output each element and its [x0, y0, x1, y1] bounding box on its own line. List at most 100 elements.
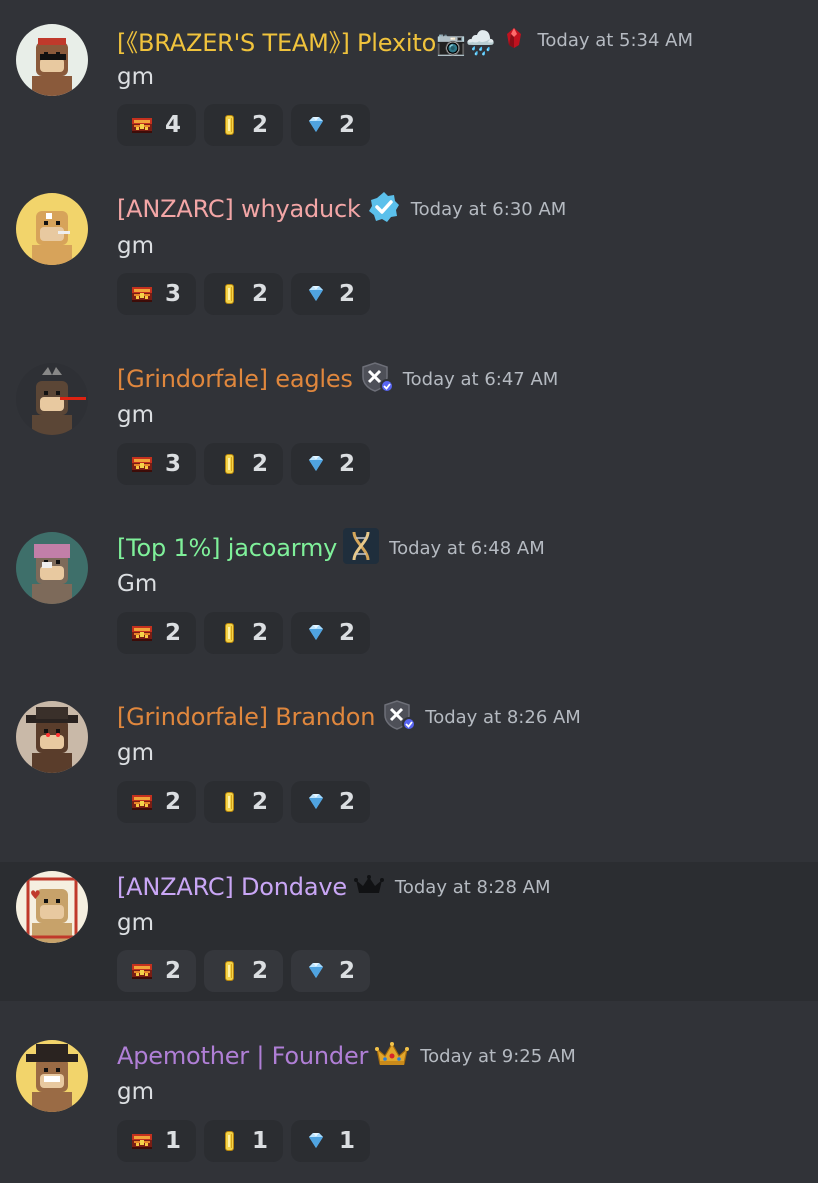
reaction-button[interactable]: 1	[204, 1120, 283, 1162]
reaction-button[interactable]: 2	[204, 273, 283, 315]
message-item[interactable]: [Grindorfale] eagles Today at 6:47 AM gm…	[0, 338, 818, 507]
diamond-icon	[303, 281, 329, 307]
reaction-button[interactable]: 2	[291, 612, 370, 654]
dna-icon[interactable]	[343, 528, 380, 568]
treasure-chest-icon	[129, 1128, 155, 1154]
reaction-button[interactable]: 2	[291, 443, 370, 485]
treasure-chest-icon	[129, 620, 155, 646]
reaction-button[interactable]: 1	[117, 1120, 196, 1162]
message-text: gm	[117, 233, 155, 259]
message-text: gm	[117, 402, 155, 428]
username[interactable]: [《BRAZER'S TEAM》] Plexito📷🌧️	[117, 23, 496, 58]
reaction-count: 1	[339, 1128, 356, 1154]
username[interactable]: [Grindorfale] eagles	[117, 365, 353, 393]
reaction-button[interactable]: 2	[291, 950, 370, 992]
reactions-bar: 2 2 2	[117, 950, 370, 992]
reaction-count: 1	[252, 1128, 269, 1154]
message-header: [ANZARC] Dondave Today at 8:28 AM	[117, 870, 551, 904]
crown-gold-icon[interactable]	[374, 1039, 410, 1073]
reaction-button[interactable]: 1	[291, 1120, 370, 1162]
message-text: Gm	[117, 571, 158, 597]
avatar[interactable]	[16, 701, 88, 773]
gold-coin-icon	[216, 451, 242, 477]
reaction-count: 2	[165, 958, 182, 984]
reactions-bar: 2 2 2	[117, 612, 370, 654]
avatar[interactable]	[16, 24, 88, 96]
avatar[interactable]	[16, 1040, 88, 1112]
reaction-button[interactable]: 2	[204, 612, 283, 654]
reaction-count: 2	[165, 620, 182, 646]
verified-check-icon[interactable]	[367, 190, 401, 228]
treasure-chest-icon	[129, 958, 155, 984]
diamond-icon	[303, 958, 329, 984]
reaction-button[interactable]: 2	[204, 950, 283, 992]
timestamp: Today at 8:26 AM	[425, 706, 581, 728]
reaction-count: 2	[339, 958, 356, 984]
message-text: gm	[117, 64, 155, 90]
reaction-button[interactable]: 2	[117, 950, 196, 992]
username[interactable]: [Top 1%] jacoarmy	[117, 534, 337, 562]
reaction-button[interactable]: 2	[117, 612, 196, 654]
reactions-bar: 3 2 2	[117, 273, 370, 315]
diamond-icon	[303, 451, 329, 477]
gold-coin-icon	[216, 281, 242, 307]
message-header: [Top 1%] jacoarmy Today at 6:48 AM	[117, 528, 545, 568]
timestamp: Today at 6:30 AM	[410, 198, 567, 220]
reaction-button[interactable]: 2	[204, 781, 283, 823]
gold-coin-icon	[216, 620, 242, 646]
reaction-count: 3	[165, 451, 182, 477]
reaction-button[interactable]: 2	[291, 781, 370, 823]
username[interactable]: [Grindorfale] Brandon	[117, 703, 375, 731]
treasure-chest-icon	[129, 112, 155, 138]
reaction-button[interactable]: 3	[117, 273, 196, 315]
treasure-chest-icon	[129, 789, 155, 815]
message-header: [《BRAZER'S TEAM》] Plexito📷🌧️ Today at 5:…	[117, 23, 693, 57]
crown-black-icon[interactable]	[353, 872, 385, 902]
ruby-gem-icon[interactable]	[501, 25, 527, 55]
reaction-count: 2	[339, 620, 356, 646]
reaction-button[interactable]: 2	[291, 273, 370, 315]
gold-coin-icon	[216, 112, 242, 138]
username[interactable]: Apemother | Founder	[117, 1042, 368, 1070]
timestamp: Today at 8:28 AM	[394, 876, 551, 898]
svg-text:♥: ♥	[30, 888, 41, 902]
reaction-button[interactable]: 2	[117, 781, 196, 823]
username[interactable]: [ANZARC] Dondave	[117, 873, 347, 901]
message-item[interactable]: Apemother | Founder Today at 9:25 AM gm …	[0, 1014, 818, 1183]
avatar[interactable]	[16, 193, 88, 265]
reaction-button[interactable]: 4	[117, 104, 196, 146]
message-item[interactable]: [ANZARC] whyaduck Today at 6:30 AM gm 3 …	[0, 169, 818, 338]
shield-tools-icon[interactable]	[381, 699, 417, 735]
reaction-count: 2	[252, 112, 269, 138]
gold-coin-icon	[216, 789, 242, 815]
message-item[interactable]: [Top 1%] jacoarmy Today at 6:48 AM Gm 2 …	[0, 507, 818, 676]
shield-tools-icon[interactable]	[359, 361, 394, 397]
reaction-button[interactable]: 2	[204, 104, 283, 146]
message-item[interactable]: ♥ [ANZARC] Dondave Today at 8:28 AM gm 2…	[0, 862, 818, 1001]
reaction-count: 2	[252, 451, 269, 477]
reaction-count: 2	[252, 958, 269, 984]
reactions-bar: 4 2 2	[117, 104, 370, 146]
reaction-count: 2	[252, 789, 269, 815]
reaction-button[interactable]: 3	[117, 443, 196, 485]
avatar[interactable]	[16, 363, 88, 435]
reaction-button[interactable]: 2	[204, 443, 283, 485]
reaction-button[interactable]: 2	[291, 104, 370, 146]
reaction-count: 2	[339, 451, 356, 477]
message-header: [Grindorfale] Brandon Today at 8:26 AM	[117, 700, 581, 734]
treasure-chest-icon	[129, 451, 155, 477]
message-header: Apemother | Founder Today at 9:25 AM	[117, 1039, 576, 1073]
username[interactable]: [ANZARC] whyaduck	[117, 195, 361, 223]
gold-coin-icon	[216, 958, 242, 984]
avatar[interactable]: ♥	[16, 871, 88, 943]
avatar[interactable]	[16, 532, 88, 604]
reaction-count: 2	[165, 789, 182, 815]
timestamp: Today at 6:47 AM	[402, 368, 559, 390]
message-item[interactable]: [Grindorfale] Brandon Today at 8:26 AM g…	[0, 676, 818, 845]
message-header: [Grindorfale] eagles Today at 6:47 AM	[117, 362, 558, 396]
message-header: [ANZARC] whyaduck Today at 6:30 AM	[117, 192, 566, 226]
message-item[interactable]: [《BRAZER'S TEAM》] Plexito📷🌧️ Today at 5:…	[0, 0, 818, 169]
gold-coin-icon	[216, 1128, 242, 1154]
message-text: gm	[117, 740, 155, 766]
diamond-icon	[303, 112, 329, 138]
